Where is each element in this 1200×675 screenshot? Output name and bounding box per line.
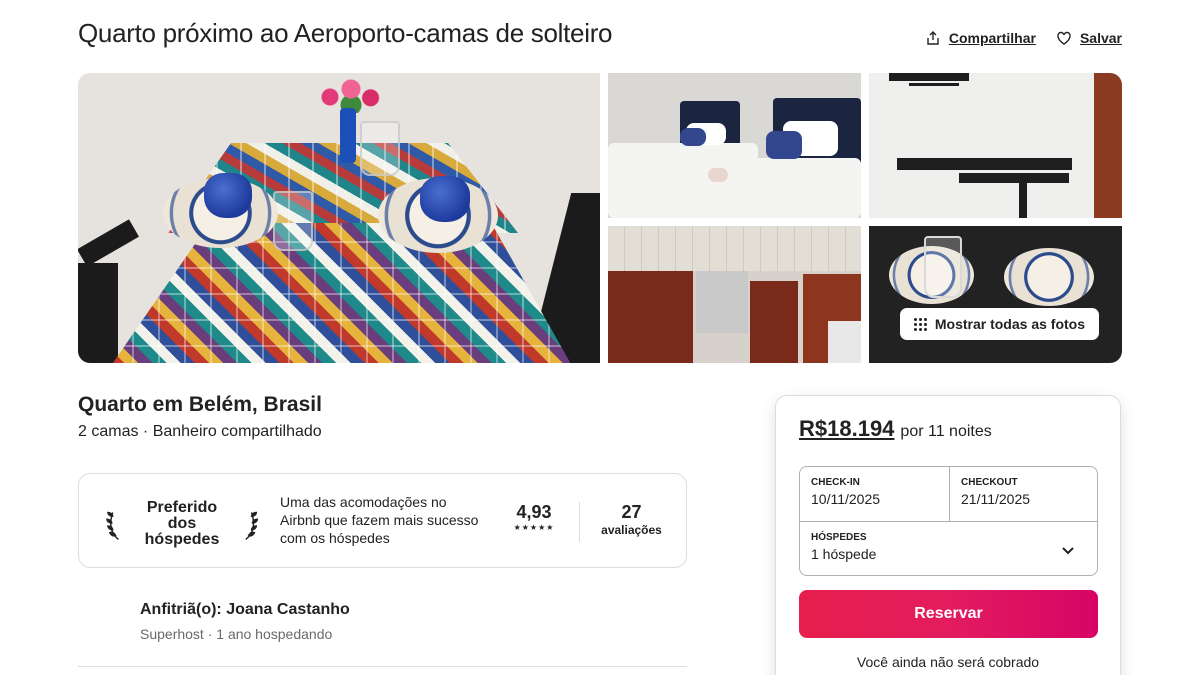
checkout-value: 21/11/2025 [961,491,1031,507]
guest-favorite-badge: Preferido dos hóspedes [105,500,259,548]
guests-value: 1 hóspede [811,546,877,562]
guests-label: HÓSPEDES [811,532,867,543]
place-title: Quarto em Belém, Brasil [78,393,322,416]
booking-card: R$18.194 por 11 noites CHECK-IN 10/11/20… [775,395,1121,675]
badge-line-1: Preferido [146,499,218,516]
reviews-count: 27 [621,502,642,522]
checkin-value: 10/11/2025 [811,491,881,507]
reviews-label: avaliações [601,523,662,537]
save-button[interactable]: Salvar [1056,30,1122,46]
guest-favorite-box[interactable]: Preferido dos hóspedes Uma das acomodaçõ… [78,473,687,568]
photo-dining[interactable]: Mostrar todas as fotos [869,226,1122,363]
listing-title: Quarto próximo ao Aeroporto-camas de sol… [78,18,613,48]
reserve-button[interactable]: Reservar [799,590,1098,638]
guests-select[interactable]: HÓSPEDES 1 hóspede [800,522,1097,577]
checkout-label: CHECKOUT [961,477,1018,488]
share-button[interactable]: Compartilhar [925,30,1036,46]
rating-stars-icon: ★★★★★ [513,523,555,532]
share-label: Compartilhar [948,30,1036,46]
checkin-field[interactable]: CHECK-IN 10/11/2025 [800,467,949,522]
grid-icon [913,317,927,331]
rating-divider [579,502,580,542]
guest-favorite-description: Uma das acomodações no Airbnb que fazem … [280,494,479,546]
rating-value: 4,93 [516,502,552,522]
listing-actions: Compartilhar Salvar [925,30,1122,46]
heart-icon [1057,31,1071,45]
show-all-photos-label: Mostrar todas as fotos [934,316,1085,332]
checkout-field[interactable]: CHECKOUT 21/11/2025 [950,467,1098,522]
host-name: Anfitriã(o): Joana Castanho [140,601,350,618]
show-all-photos-button[interactable]: Mostrar todas as fotos [898,307,1100,341]
price-nights: por 11 noites [900,423,992,440]
laurel-right-icon [245,511,258,540]
photo-gallery: Mostrar todas as fotos [78,73,1122,363]
total-price[interactable]: R$18.194 [799,416,894,442]
badge-line-2: dos hóspedes [144,515,220,548]
laurel-left-icon [106,511,119,540]
rating-block: 4,93 ★★★★★ [509,502,559,532]
share-icon [927,31,939,45]
checkin-label: CHECK-IN [811,477,860,488]
photo-kitchen[interactable] [608,226,861,363]
photo-closet[interactable] [869,73,1122,218]
price-row: R$18.194 por 11 noites [799,416,992,442]
date-guest-picker: CHECK-IN 10/11/2025 CHECKOUT 21/11/2025 … [799,466,1098,576]
section-divider [78,666,687,667]
reviews-block[interactable]: 27 avaliações [594,502,669,537]
save-label: Salvar [1079,30,1122,46]
photo-bedroom[interactable] [608,73,861,218]
host-subtitle: Superhost · 1 ano hospedando [140,626,333,642]
place-details: 2 camas · Banheiro compartilhado [78,423,322,440]
photo-main-table[interactable] [78,73,600,363]
chevron-down-icon [1062,547,1074,555]
not-charged-note: Você ainda não será cobrado [856,654,1040,670]
